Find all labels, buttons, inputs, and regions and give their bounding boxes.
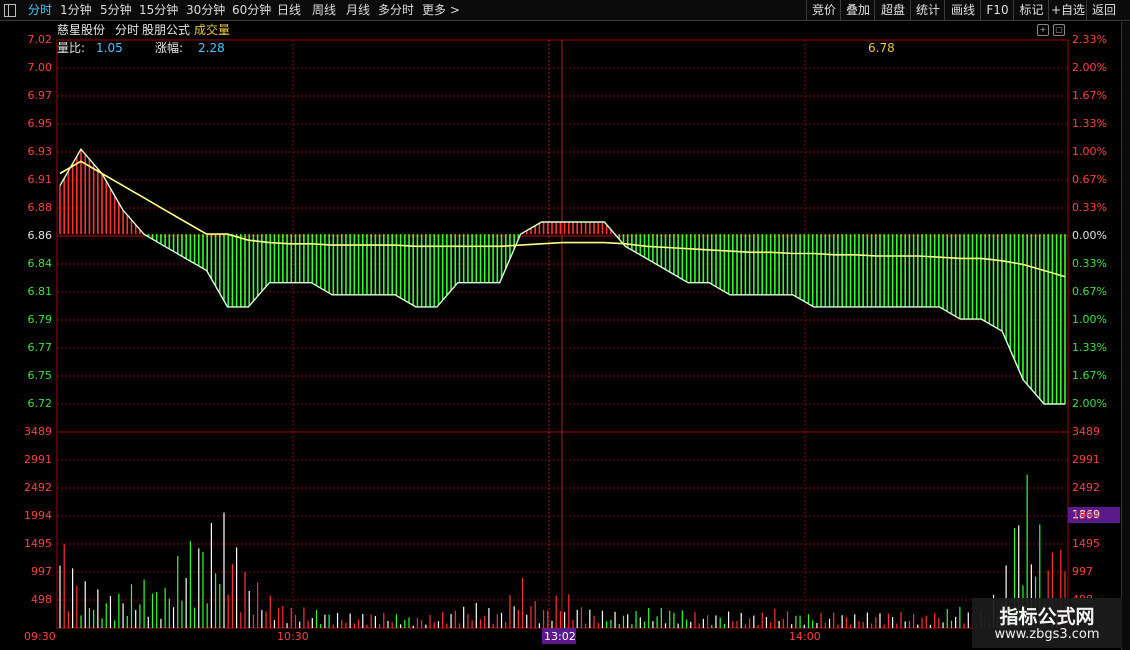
price-tick-label: 6.81: [27, 285, 53, 298]
volume-tick-label: 2991: [24, 453, 52, 466]
percent-tick-label: 2.00%: [1072, 397, 1107, 410]
watermark-url: www.zbgs3.com: [994, 627, 1100, 642]
price-tick-label: 6.88: [27, 201, 53, 214]
volume-tick-label: 1495: [24, 537, 52, 550]
volume-tick-label-right: 2991: [1072, 453, 1100, 466]
volume-tick-label-right: 997: [1072, 565, 1093, 578]
time-axis-label: 10:30: [277, 630, 309, 643]
percent-tick-label: 0.33%: [1072, 201, 1107, 214]
volume-tick-label: 997: [31, 565, 52, 578]
price-tick-label: 6.79: [27, 313, 53, 326]
percent-tick-label: 1.33%: [1072, 341, 1107, 354]
price-tick-label: 7.02: [27, 33, 53, 46]
percent-tick-label: 0.67%: [1072, 285, 1107, 298]
price-tick-label: 6.77: [27, 341, 53, 354]
percent-tick-label: 1.67%: [1072, 89, 1107, 102]
price-tick-label: 6.91: [27, 173, 53, 186]
volume-tick-label-right: 2492: [1072, 481, 1100, 494]
volume-tick-label-right: 1495: [1072, 537, 1100, 550]
volume-tick-label-right: 3489: [1072, 425, 1100, 438]
price-tick-label: 6.72: [27, 397, 53, 410]
volume-tick-label: 2492: [24, 481, 52, 494]
percent-tick-label: 2.00%: [1072, 61, 1107, 74]
price-tick-label: 6.75: [27, 369, 53, 382]
intraday-chart: [56, 39, 1069, 629]
watermark: 指标公式网 www.zbgs3.com: [972, 598, 1122, 648]
percent-tick-label: 1.67%: [1072, 369, 1107, 382]
percent-tick-label: 0.67%: [1072, 173, 1107, 186]
price-tick-label: 6.86: [27, 229, 53, 242]
time-axis-label: 14:00: [789, 630, 821, 643]
volume-tick-label: 3489: [24, 425, 52, 438]
percent-tick-label: 1.33%: [1072, 117, 1107, 130]
percent-tick-label: 1.00%: [1072, 313, 1107, 326]
watermark-title: 指标公式网: [999, 606, 1095, 628]
volume-tick-label-right: 1994: [1072, 509, 1100, 522]
percent-tick-label: 1.00%: [1072, 145, 1107, 158]
price-tick-label: 7.00: [27, 61, 53, 74]
price-tick-label: 6.95: [27, 117, 53, 130]
price-tick-label: 6.97: [27, 89, 53, 102]
side-panel: [1121, 22, 1130, 650]
price-tick-label: 6.93: [27, 145, 53, 158]
time-axis-label: 09:30: [24, 630, 56, 643]
volume-tick-label: 498: [31, 593, 52, 606]
price-tick-label: 6.84: [27, 257, 53, 270]
volume-tick-label: 1994: [24, 509, 52, 522]
time-axis-label: 13:02: [544, 630, 576, 643]
percent-tick-label: 2.33%: [1072, 33, 1107, 46]
percent-tick-label: 0.00%: [1072, 229, 1107, 242]
percent-tick-label: 0.33%: [1072, 257, 1107, 270]
